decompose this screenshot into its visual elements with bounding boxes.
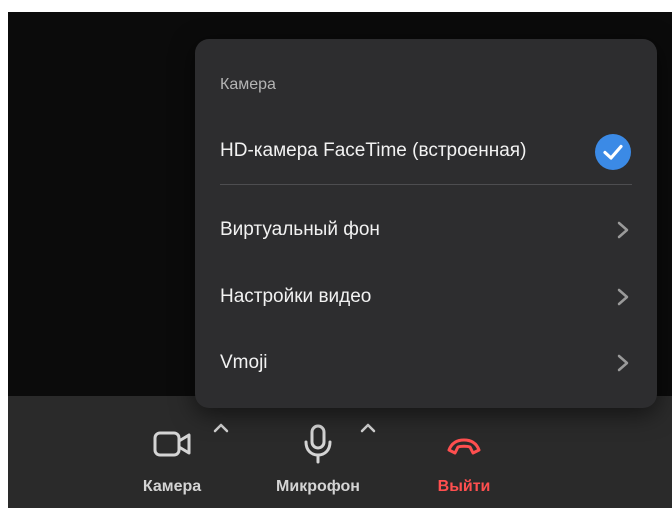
- chevron-right-icon: [617, 221, 629, 239]
- microphone-options-chevron-up-icon[interactable]: [357, 420, 379, 436]
- call-stage: Камера Микрофон Выйти Камера HD-камера F…: [8, 12, 672, 508]
- chevron-right-icon: [617, 288, 629, 306]
- leave-label: Выйти: [437, 478, 491, 495]
- menu-item-virtual-background[interactable]: Виртуальный фон: [195, 202, 657, 258]
- camera-option-facetime[interactable]: HD-камера FaceTime (встроенная): [195, 123, 657, 179]
- menu-heading: Камера: [220, 76, 276, 93]
- camera-options-chevron-up-icon[interactable]: [210, 420, 232, 436]
- microphone-label: Микрофон: [276, 478, 360, 495]
- menu-item-label: Настройки видео: [220, 286, 372, 307]
- microphone-button[interactable]: Микрофон: [268, 396, 368, 508]
- checkmark-icon: [595, 134, 631, 170]
- camera-label: Камера: [142, 478, 202, 495]
- chevron-right-icon: [617, 354, 629, 372]
- camera-icon: [153, 431, 191, 457]
- menu-item-video-settings[interactable]: Настройки видео: [195, 269, 657, 325]
- leave-call-button[interactable]: Выйти: [422, 396, 506, 508]
- camera-option-label: HD-камера FaceTime (встроенная): [220, 140, 527, 161]
- hang-up-icon: [447, 438, 481, 455]
- menu-item-vmoji[interactable]: Vmoji: [195, 335, 657, 391]
- menu-item-label: Виртуальный фон: [220, 219, 380, 240]
- microphone-icon: [304, 424, 332, 464]
- call-toolbar: Камера Микрофон Выйти: [8, 396, 672, 508]
- menu-divider: [220, 184, 632, 185]
- menu-item-label: Vmoji: [220, 352, 268, 373]
- camera-button[interactable]: Камера: [132, 396, 212, 508]
- camera-menu: Камера HD-камера FaceTime (встроенная) В…: [195, 39, 657, 408]
